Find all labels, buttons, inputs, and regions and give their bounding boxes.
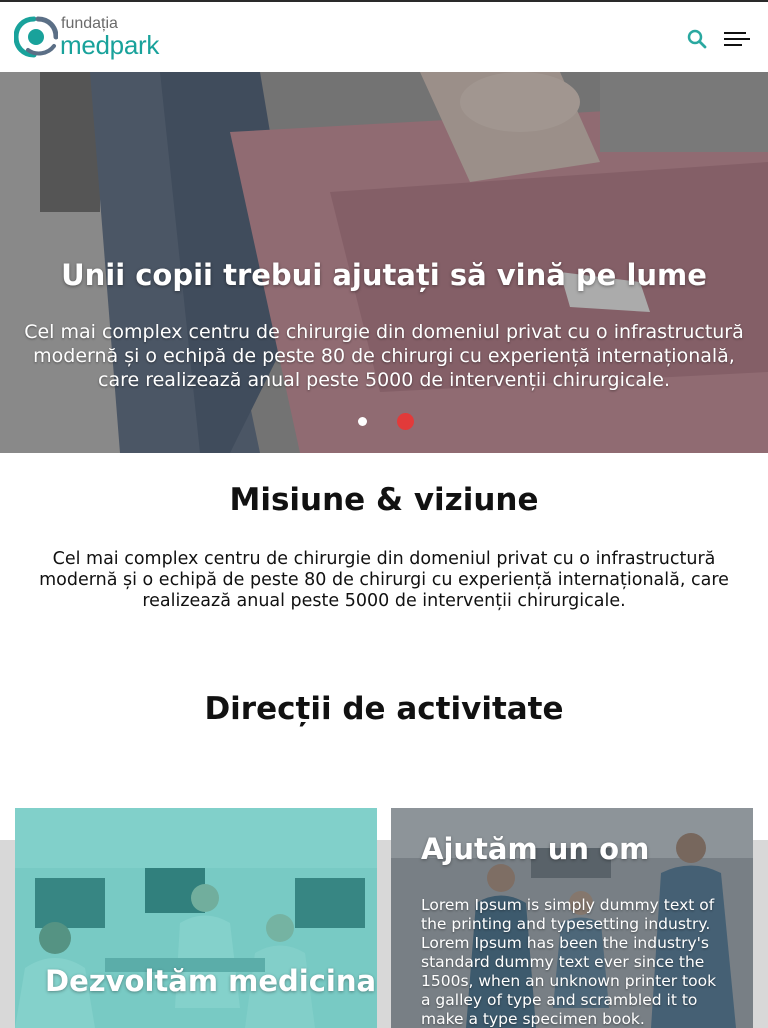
- mission-text: Cel mai complex centru de chirurgie din …: [39, 549, 729, 611]
- card-develop-medicine[interactable]: Dezvoltăm medicina: [15, 808, 377, 1028]
- card-title: Dezvoltăm medicina: [45, 964, 377, 998]
- logo-text-big: medpark: [60, 30, 160, 60]
- hero-description: Cel mai complex centru de chirurgie din …: [24, 321, 744, 391]
- hero-title: Unii copii trebui ajutați să vină pe lum…: [61, 258, 707, 292]
- logo-mark-icon: [14, 16, 58, 58]
- menu-button[interactable]: [722, 28, 752, 50]
- card-text: Lorem Ipsum is simply dummy text of the …: [421, 896, 717, 1028]
- medpark-logo[interactable]: fundația medpark: [14, 15, 184, 60]
- site-header: fundația medpark: [0, 2, 768, 72]
- search-icon: [687, 29, 707, 49]
- hamburger-menu-icon: [724, 32, 746, 34]
- card-title: Ajutăm un om: [421, 832, 650, 866]
- card-help-person[interactable]: Ajutăm un om Lorem Ipsum is simply dummy…: [391, 808, 753, 1028]
- slider-dot-1[interactable]: [358, 417, 367, 426]
- hero-slider: Unii copii trebui ajutați să vină pe lum…: [0, 72, 768, 453]
- slider-dot-2-active[interactable]: [397, 413, 414, 430]
- search-button[interactable]: [686, 28, 708, 50]
- mission-title: Misiune & viziune: [229, 482, 539, 518]
- directions-title: Direcții de activitate: [204, 691, 564, 727]
